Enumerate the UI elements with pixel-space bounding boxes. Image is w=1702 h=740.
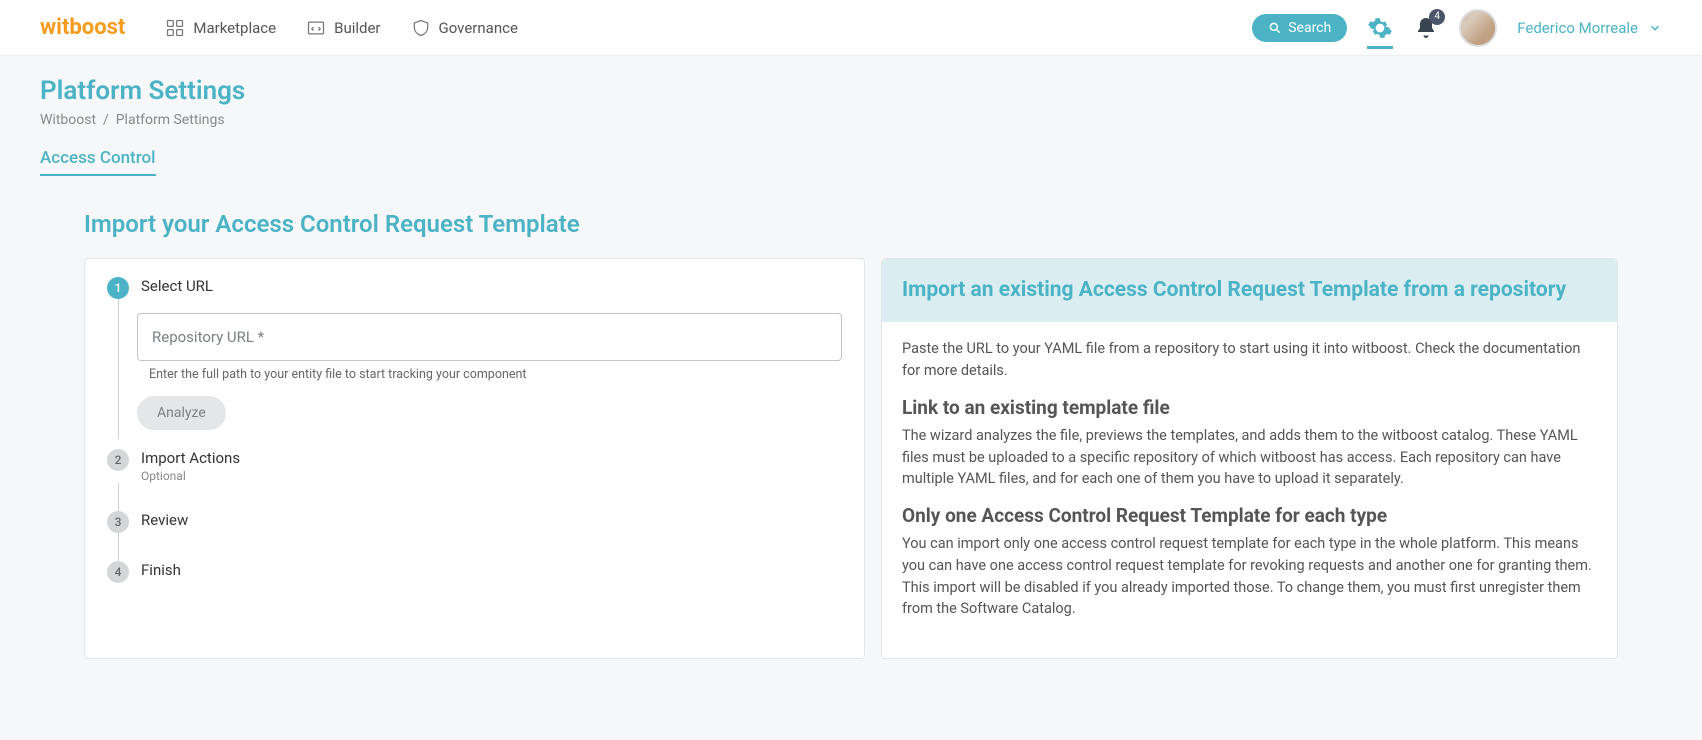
step-connector <box>118 483 119 511</box>
header-right: Search 4 Federico Morreale <box>1252 9 1662 47</box>
avatar[interactable] <box>1459 9 1497 47</box>
info-card: Import an existing Access Control Reques… <box>881 258 1618 659</box>
step-title: Finish <box>141 561 842 579</box>
step-4: 4 Finish <box>107 561 842 583</box>
breadcrumb-current: Platform Settings <box>116 112 225 128</box>
info-paragraph: You can import only one access control r… <box>902 533 1597 620</box>
analyze-button[interactable]: Analyze <box>137 396 226 430</box>
step-2: 2 Import Actions Optional <box>107 449 842 483</box>
search-label: Search <box>1288 20 1331 36</box>
search-icon <box>1268 21 1282 35</box>
chevron-down-icon <box>1648 21 1662 35</box>
nav-label: Governance <box>439 19 518 37</box>
gear-icon <box>1367 15 1393 41</box>
settings-button[interactable] <box>1367 23 1393 49</box>
nav-label: Marketplace <box>193 19 276 37</box>
logo[interactable]: witboost <box>40 15 125 40</box>
logo-text: witboost <box>40 15 125 40</box>
info-subheading: Only one Access Control Request Template… <box>902 504 1597 527</box>
section-title: Import your Access Control Request Templ… <box>84 210 1662 238</box>
step-number: 4 <box>107 561 129 583</box>
notifications-button[interactable]: 4 <box>1413 15 1439 41</box>
page-title: Platform Settings <box>40 76 1662 106</box>
grid-icon <box>165 18 185 38</box>
info-paragraph: Paste the URL to your YAML file from a r… <box>902 338 1597 382</box>
input-label: Repository URL * <box>152 328 827 346</box>
step-number: 3 <box>107 511 129 533</box>
step-title: Review <box>141 511 842 529</box>
tab-access-control[interactable]: Access Control <box>40 148 156 176</box>
step-title: Import Actions <box>141 449 842 467</box>
code-box-icon <box>306 18 326 38</box>
nav-builder[interactable]: Builder <box>306 18 380 38</box>
nav-label: Builder <box>334 19 380 37</box>
step-subtitle: Optional <box>141 469 842 483</box>
step-1: 1 Select URL <box>107 277 842 299</box>
input-helper-text: Enter the full path to your entity file … <box>149 367 830 382</box>
step-title: Select URL <box>141 277 842 295</box>
step-3: 3 Review <box>107 511 842 533</box>
info-heading: Import an existing Access Control Reques… <box>882 259 1617 322</box>
step-number: 2 <box>107 449 129 471</box>
app-header: witboost Marketplace Builder Governance <box>0 0 1702 56</box>
nav-marketplace[interactable]: Marketplace <box>165 18 276 38</box>
stepper-card: 1 Select URL Repository URL * Enter the … <box>84 258 865 659</box>
shield-icon <box>411 18 431 38</box>
step-connector <box>118 533 119 561</box>
content-row: 1 Select URL Repository URL * Enter the … <box>84 258 1618 659</box>
notifications-badge: 4 <box>1429 9 1445 25</box>
info-subheading: Link to an existing template file <box>902 396 1597 419</box>
step-number: 1 <box>107 277 129 299</box>
info-paragraph: The wizard analyzes the file, previews t… <box>902 425 1597 490</box>
page-body: Platform Settings Witboost / Platform Se… <box>0 56 1702 679</box>
user-name-label: Federico Morreale <box>1517 19 1638 37</box>
main-nav: Marketplace Builder Governance <box>165 18 1252 38</box>
breadcrumb: Witboost / Platform Settings <box>40 112 1662 128</box>
breadcrumb-root[interactable]: Witboost <box>40 112 96 128</box>
user-menu[interactable]: Federico Morreale <box>1517 19 1662 37</box>
repository-url-input[interactable]: Repository URL * <box>137 313 842 361</box>
nav-governance[interactable]: Governance <box>411 18 518 38</box>
search-button[interactable]: Search <box>1252 14 1347 42</box>
